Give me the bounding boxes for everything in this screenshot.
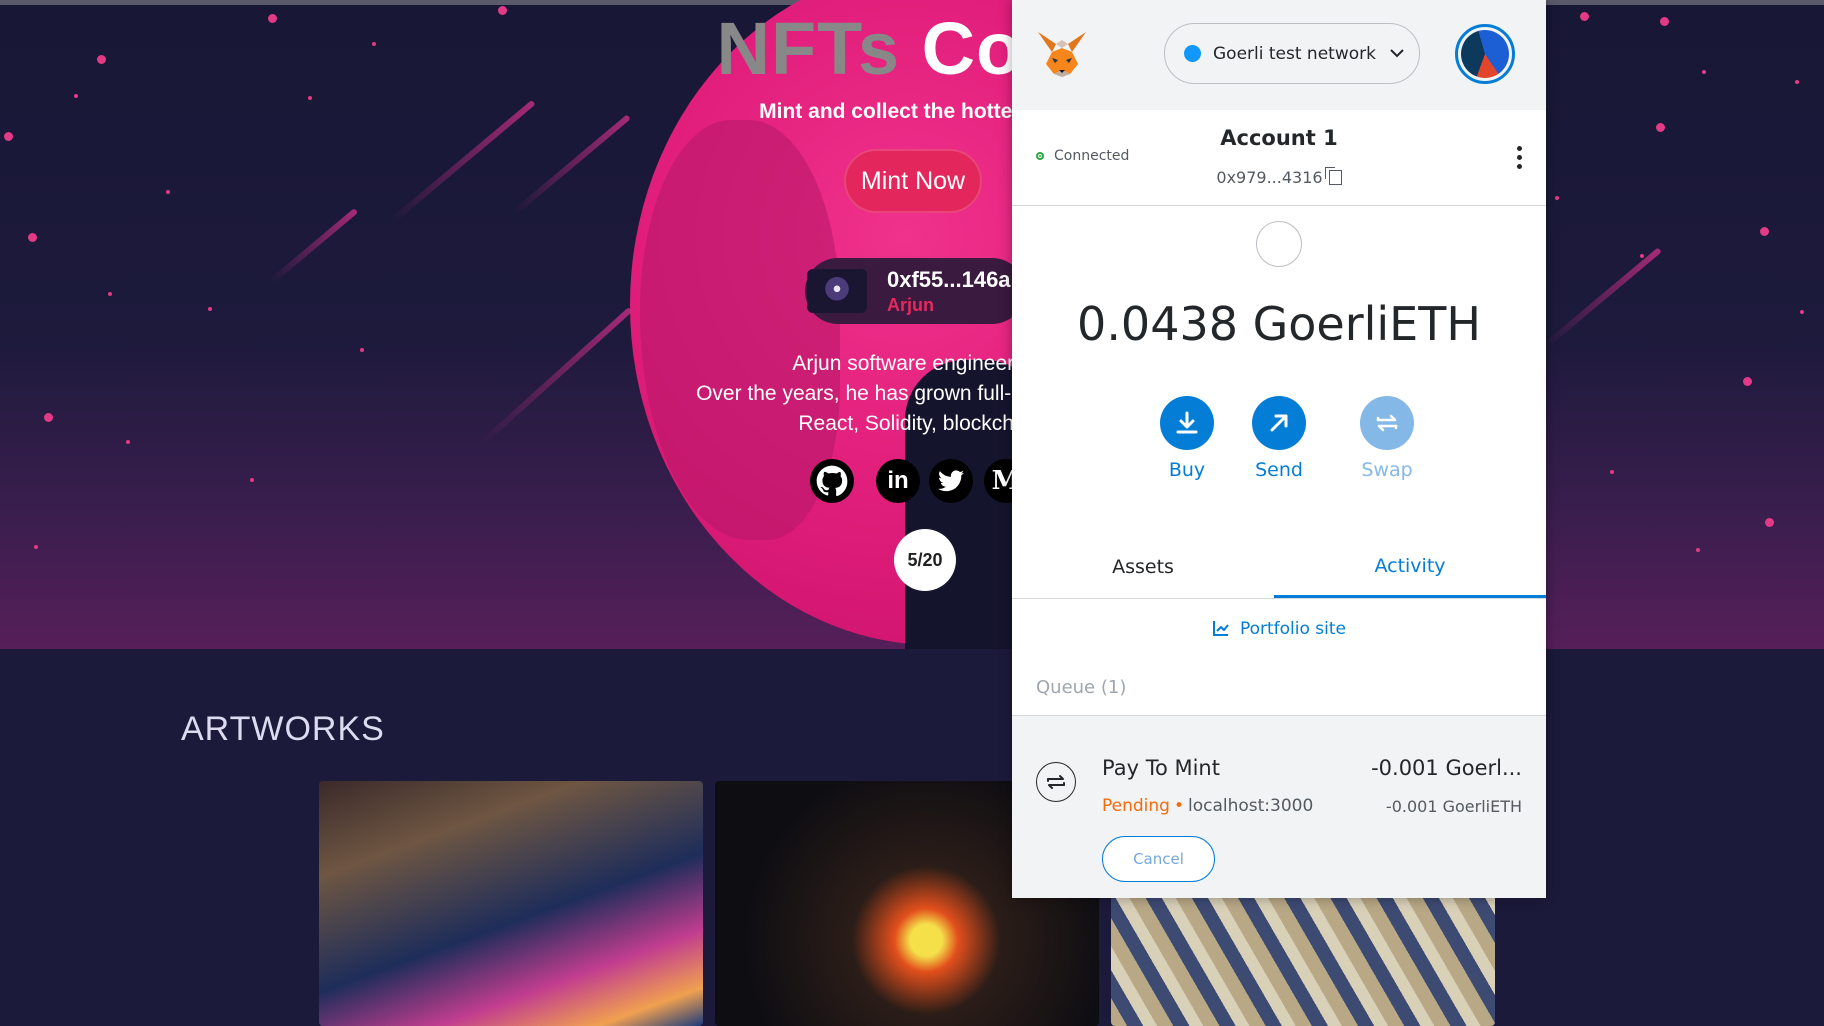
chevron-down-icon [1390,46,1404,62]
account-bar: Connected Account 1 0x979...4316 [1012,110,1546,206]
metamask-popup: Goerli test network Connected Account 1 … [1012,0,1546,898]
account-address: 0x979...4316 [1216,168,1323,187]
portfolio-site-link[interactable]: Portfolio site [1012,619,1546,642]
hero-title: NFTs Colle [0,6,1824,91]
artwork-card[interactable] [319,781,703,1026]
owner-avatar [807,269,867,313]
transaction-amount-secondary: -0.001 GoerliETH [1385,797,1522,816]
hero-subtitle: Mint and collect the hottest NF [759,100,1065,123]
star [166,190,170,194]
owner-address: 0xf55...146a [887,266,1011,292]
connected-dot-icon [1036,152,1044,160]
artworks-heading: ARTWORKS [181,710,385,748]
star [360,348,364,352]
transaction-origin: localhost:3000 [1188,796,1314,816]
star [1765,518,1774,527]
chart-icon [1212,619,1230,642]
buy-label: Buy [1168,459,1206,481]
star [4,132,13,141]
account-address-row[interactable]: 0x979...4316 [1012,167,1546,187]
linkedin-icon[interactable]: in [876,459,920,503]
star [1696,548,1700,552]
account-avatar [1461,30,1509,78]
account-name: Account 1 [1220,126,1338,150]
star [44,413,53,422]
queue-heading: Queue (1) [1036,677,1127,698]
star [108,292,112,296]
twitter-icon[interactable] [929,459,973,503]
buy-button[interactable]: Buy [1147,396,1227,481]
swap-button[interactable]: Swap [1347,396,1427,481]
portfolio-site-label: Portfolio site [1239,619,1347,639]
transaction-title: Pay To Mint [1102,756,1220,780]
swap-icon [1360,396,1414,450]
metamask-header: Goerli test network [1012,0,1546,110]
download-icon [1160,396,1214,450]
owner-chip[interactable]: 0xf55...146a Arjun [805,258,1025,324]
star [250,478,254,482]
interaction-icon [1036,762,1076,802]
account-options-icon[interactable] [1517,146,1523,169]
star [28,233,37,242]
swap-label: Swap [1361,459,1413,481]
transaction-status-row: Pending • localhost:3000 [1102,796,1314,816]
star [34,545,38,549]
star [1656,123,1665,132]
star [208,307,212,311]
network-selector[interactable]: Goerli test network [1164,23,1420,84]
connection-status-label: Connected [1054,148,1130,164]
tab-activity[interactable]: Activity [1274,536,1546,598]
metamask-fox-icon[interactable] [1036,30,1088,78]
meteor-streak [512,114,631,216]
tab-assets[interactable]: Assets [1012,536,1274,598]
hero-section: NFTs Colle Mint and collect the hottest … [0,0,1824,649]
copy-icon[interactable] [1324,167,1342,185]
tabs: Assets Activity [1012,536,1546,599]
network-label: Goerli test network [1213,43,1376,64]
transaction-amount: -0.001 Goerl... [1371,756,1522,780]
send-label: Send [1255,459,1303,481]
meteor-streak [270,207,359,284]
star [126,440,130,444]
star [1760,227,1769,236]
star [1800,310,1804,314]
connection-status[interactable]: Connected [1036,148,1129,164]
hero-title-part1: NFTs [716,7,901,90]
mint-now-button[interactable]: Mint Now [846,151,980,211]
owner-name: Arjun [887,294,934,315]
star [1743,377,1752,386]
star [1555,196,1559,200]
cancel-transaction-button[interactable]: Cancel [1102,836,1215,882]
github-icon[interactable] [810,459,854,503]
mint-progress-badge: 5/20 [894,529,956,591]
account-menu-button[interactable] [1455,24,1515,84]
arrow-up-right-icon [1252,396,1306,450]
send-button[interactable]: Send [1239,396,1319,481]
star [1640,254,1644,258]
star [74,94,78,98]
transaction-row[interactable]: Pay To Mint Pending • localhost:3000 -0.00… [1012,716,1546,898]
token-icon [1256,221,1302,267]
balance: 0.0438 GoerliETH [1077,297,1481,351]
network-status-dot [1184,45,1201,62]
meteor-streak [1543,247,1662,349]
star [1610,470,1614,474]
transaction-status: Pending [1102,796,1170,816]
